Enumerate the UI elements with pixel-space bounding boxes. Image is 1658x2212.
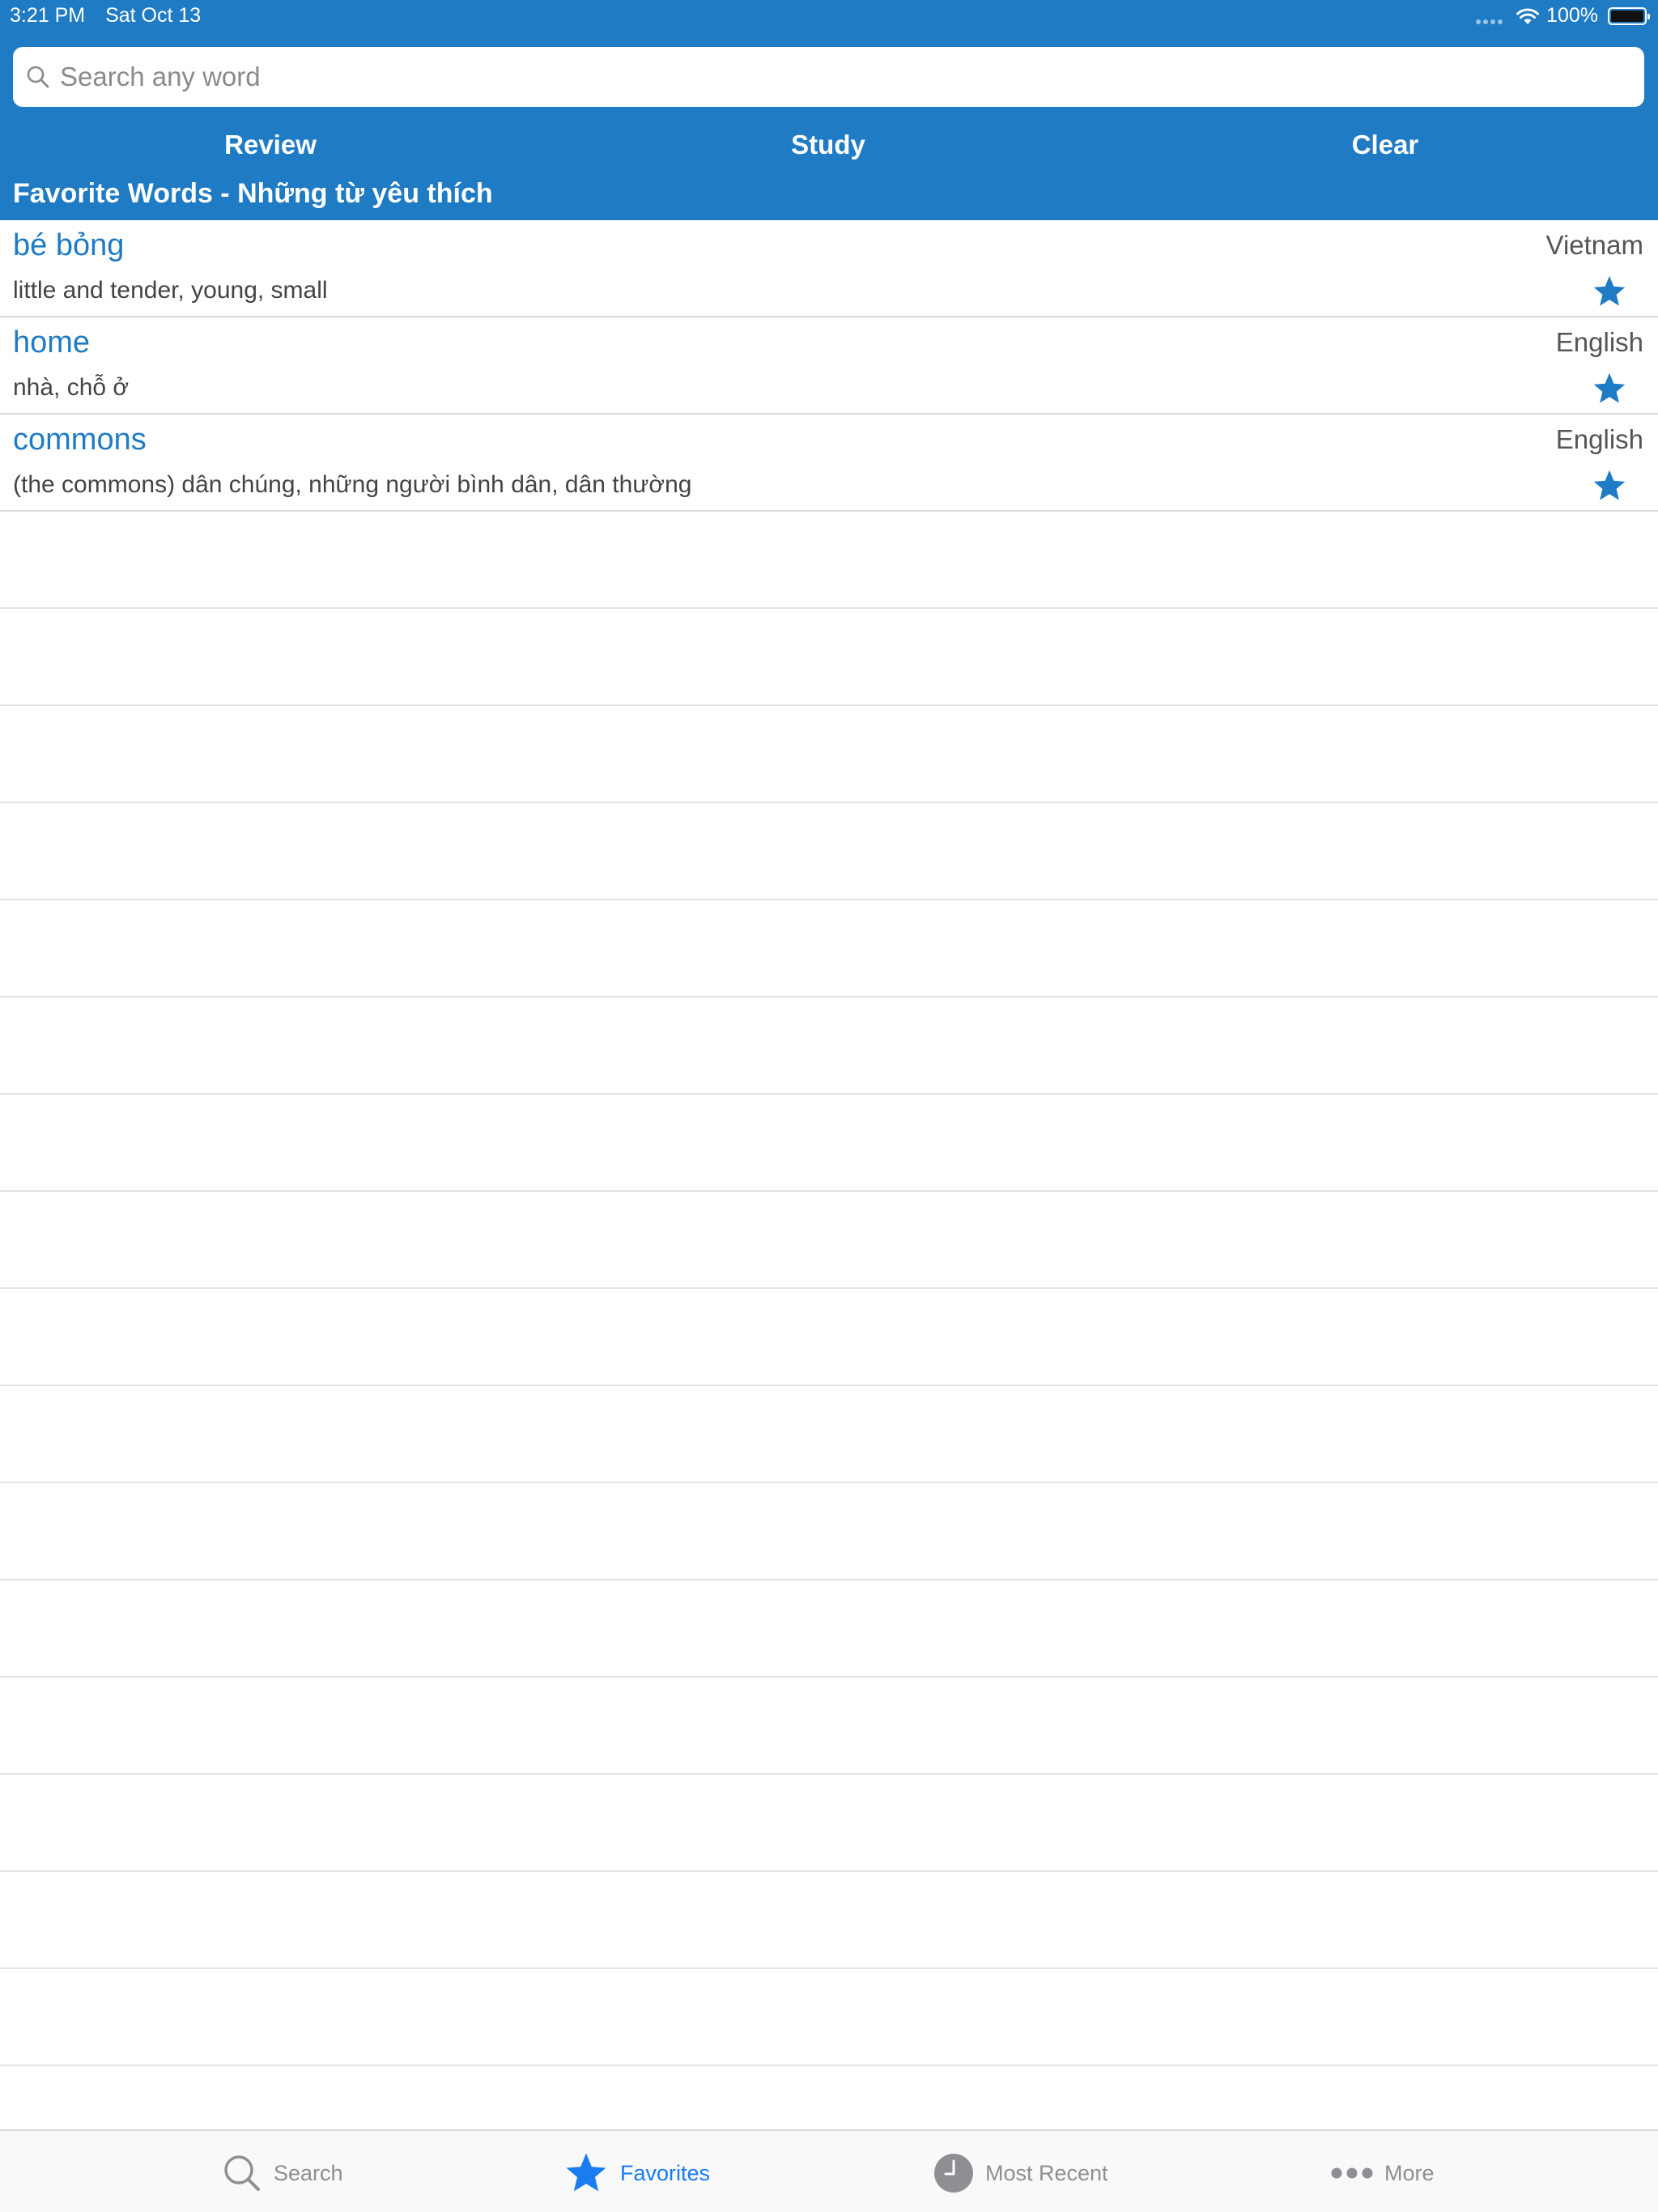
- signal-dots-icon: [1476, 19, 1503, 24]
- empty-row: [0, 1483, 1658, 1580]
- word-label: home: [13, 325, 91, 359]
- battery-percent: 100%: [1546, 4, 1598, 27]
- meaning-label: (the commons) dân chúng, những người bìn…: [13, 471, 692, 498]
- search-input[interactable]: [60, 62, 1598, 92]
- empty-row: [0, 1678, 1658, 1775]
- star-icon[interactable]: [1592, 371, 1627, 406]
- status-bar: 3:21 PM Sat Oct 13 100%: [0, 0, 1658, 31]
- empty-list-area: [0, 512, 1658, 2066]
- tab-label: More: [1384, 2160, 1435, 2185]
- meaning-label: little and tender, young, small: [13, 277, 328, 304]
- empty-row: [0, 998, 1658, 1095]
- tab-label: Search: [274, 2160, 343, 2185]
- star-icon[interactable]: [1592, 468, 1627, 504]
- search-icon: [224, 2155, 260, 2191]
- clock-icon: [934, 2154, 973, 2193]
- more-icon: [1331, 2167, 1373, 2179]
- empty-row: [0, 609, 1658, 706]
- wifi-icon: [1516, 7, 1540, 24]
- empty-row: [0, 1289, 1658, 1386]
- search-bar[interactable]: [13, 47, 1644, 107]
- app-header: 3:21 PM Sat Oct 13 100% Review Study Cle…: [0, 0, 1658, 220]
- tab-label: Most Recent: [985, 2160, 1108, 2185]
- tab-label: Favorites: [620, 2160, 711, 2185]
- word-label: bé bỏng: [13, 228, 125, 262]
- empty-row: [0, 1192, 1658, 1289]
- status-date: Sat Oct 13: [105, 4, 202, 27]
- empty-row: [0, 803, 1658, 900]
- status-right: 100%: [1476, 4, 1650, 28]
- tab-favorites[interactable]: Favorites: [563, 2150, 710, 2196]
- language-label: English: [1555, 424, 1643, 454]
- empty-row: [0, 900, 1658, 998]
- empty-row: [0, 1872, 1658, 1969]
- tab-bar: Search Favorites Most Recent More: [0, 2129, 1658, 2212]
- star-icon: [566, 2153, 606, 2192]
- study-button[interactable]: Study: [791, 130, 865, 160]
- empty-row: [0, 1095, 1658, 1192]
- section-title: Favorite Words - Những từ yêu thích: [13, 178, 493, 209]
- list-item[interactable]: home English nhà, chỗ ở: [0, 317, 1658, 415]
- meaning-label: nhà, chỗ ở: [13, 374, 130, 401]
- star-icon[interactable]: [1592, 274, 1627, 309]
- tab-more[interactable]: More: [1331, 2150, 1435, 2196]
- status-left: 3:21 PM Sat Oct 13: [10, 4, 215, 28]
- list-item[interactable]: bé bỏng Vietnam little and tender, young…: [0, 220, 1658, 317]
- status-time: 3:21 PM: [10, 4, 86, 27]
- list-item[interactable]: commons English (the commons) dân chúng,…: [0, 415, 1658, 512]
- clear-button[interactable]: Clear: [1352, 130, 1419, 160]
- search-icon: [26, 65, 50, 89]
- review-button[interactable]: Review: [224, 130, 317, 160]
- tab-most-recent[interactable]: Most Recent: [933, 2150, 1108, 2196]
- empty-row: [0, 1775, 1658, 1872]
- language-label: English: [1555, 327, 1643, 357]
- empty-row: [0, 1386, 1658, 1483]
- language-label: Vietnam: [1545, 230, 1643, 260]
- empty-row: [0, 512, 1658, 609]
- battery-icon: [1608, 6, 1650, 25]
- empty-row: [0, 1969, 1658, 2066]
- empty-row: [0, 1580, 1658, 1678]
- tab-search[interactable]: Search: [222, 2150, 343, 2196]
- action-bar: Review Study Clear: [0, 121, 1658, 173]
- empty-row: [0, 706, 1658, 803]
- favorites-list: bé bỏng Vietnam little and tender, young…: [0, 220, 1658, 512]
- word-label: commons: [13, 423, 147, 457]
